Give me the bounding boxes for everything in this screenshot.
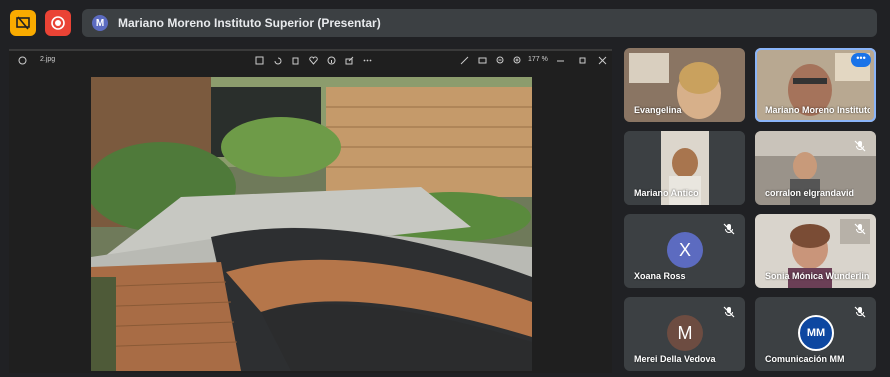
- delete-icon[interactable]: [290, 55, 300, 65]
- fit-icon[interactable]: [477, 55, 487, 65]
- heart-icon[interactable]: [308, 55, 318, 65]
- zoom-out-icon[interactable]: [495, 55, 505, 65]
- participant-tile[interactable]: X Xoana Ross: [624, 214, 745, 288]
- share-icon[interactable]: [344, 55, 354, 65]
- participant-tile[interactable]: corralon elgrandavid: [755, 131, 876, 205]
- participant-name: corralon elgrandavid: [765, 188, 855, 198]
- participant-name: Comunicación MM: [765, 354, 845, 364]
- muted-mic-icon: [723, 223, 735, 235]
- minimize-icon[interactable]: [555, 55, 565, 65]
- shared-screen: 2.jpg 177 %: [9, 49, 612, 373]
- expand-icon[interactable]: [459, 55, 469, 65]
- participant-name: Sonia Mónica Wunderlin: [765, 271, 870, 281]
- garden-photo: [91, 77, 532, 371]
- edit-icon[interactable]: [254, 55, 264, 65]
- more-options-button[interactable]: •••: [851, 53, 871, 67]
- mm-logo: MM: [798, 315, 834, 351]
- participant-tile-selected[interactable]: Mariano Moreno Instituto Superior •••: [755, 48, 876, 122]
- more-icon[interactable]: [362, 55, 372, 65]
- zoom-in-icon[interactable]: [512, 55, 522, 65]
- participant-name: Xoana Ross: [634, 271, 686, 281]
- muted-mic-icon: [854, 306, 866, 318]
- record-button[interactable]: [45, 10, 71, 36]
- participant-name: Mariano Antico: [634, 188, 699, 198]
- stop-presenting-button[interactable]: [10, 10, 36, 36]
- participant-tile[interactable]: Mariano Antico: [624, 131, 745, 205]
- record-icon: [51, 16, 65, 30]
- presenting-bar: M Mariano Moreno Instituto Superior (Pre…: [82, 9, 877, 37]
- file-name: 2.jpg: [40, 56, 56, 63]
- rotate-icon[interactable]: [272, 55, 282, 65]
- participant-tile[interactable]: MM Comunicación MM: [755, 297, 876, 371]
- present-icon: [16, 16, 30, 30]
- participant-tile[interactable]: Evangelina: [624, 48, 745, 122]
- participant-avatar: M: [667, 315, 703, 351]
- presenting-title: Mariano Moreno Instituto Superior (Prese…: [118, 16, 381, 30]
- info-icon[interactable]: [326, 55, 336, 65]
- participant-avatar: X: [667, 232, 703, 268]
- muted-mic-icon: [854, 223, 866, 235]
- image-viewer-toolbar: 2.jpg 177 %: [9, 51, 612, 71]
- maximize-icon[interactable]: [577, 55, 587, 65]
- muted-mic-icon: [723, 306, 735, 318]
- participant-name: Mariano Moreno Instituto Superior: [765, 105, 870, 115]
- presenter-avatar: M: [92, 15, 108, 31]
- app-icon: [17, 55, 27, 65]
- muted-mic-icon: [854, 140, 866, 152]
- participant-name: Evangelina: [634, 105, 682, 115]
- close-icon[interactable]: [597, 55, 607, 65]
- participant-tile[interactable]: Sonia Mónica Wunderlin: [755, 214, 876, 288]
- zoom-level: 177 %: [528, 56, 548, 63]
- participant-name: Merei Della Vedova: [634, 354, 716, 364]
- logo-text: MM: [806, 327, 826, 339]
- participant-tile[interactable]: M Merei Della Vedova: [624, 297, 745, 371]
